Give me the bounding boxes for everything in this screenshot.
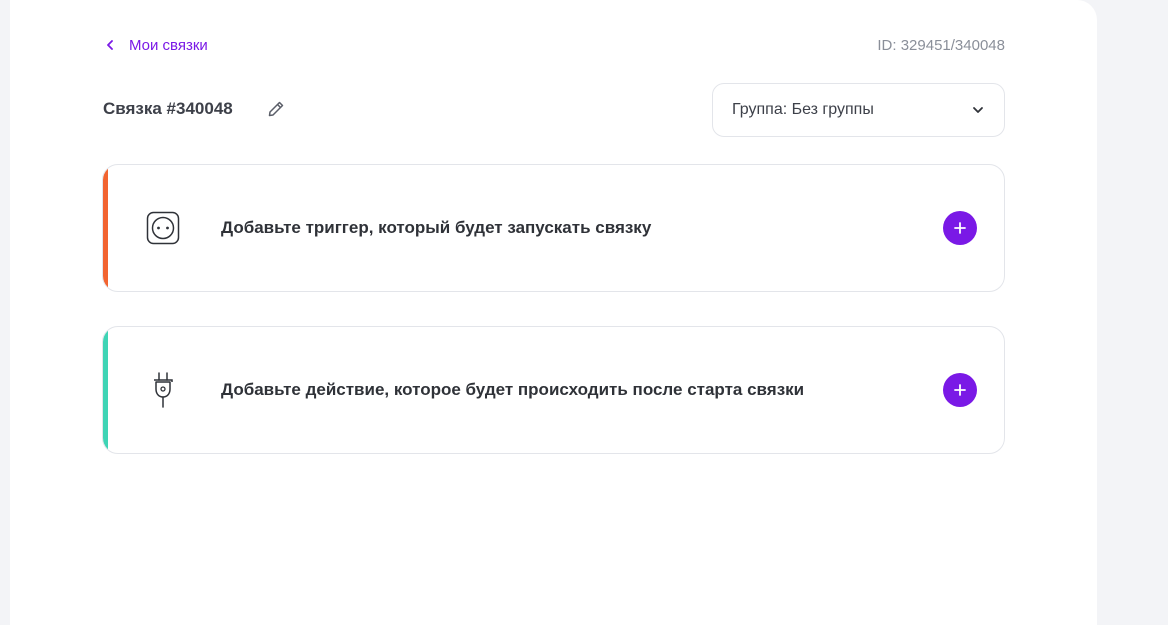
edit-title-button[interactable] [265,98,287,120]
trigger-accent-bar [103,165,108,291]
main-panel: Мои связки ID: 329451/340048 Связка #340… [10,0,1097,625]
back-link-label: Мои связки [129,36,208,54]
title-row: Связка #340048 [103,98,287,120]
group-select[interactable]: Группа: Без группы [712,83,1005,137]
page-title: Связка #340048 [103,99,233,118]
pencil-icon [268,101,283,117]
chevron-left-icon [103,36,117,54]
chevron-down-icon [972,101,984,119]
action-step-text: Добавьте действие, которое будет происхо… [221,380,805,399]
trigger-step-card: Добавьте триггер, который будет запускат… [102,164,1005,292]
action-step-card: Добавьте действие, которое будет происхо… [102,326,1005,454]
action-accent-bar [103,327,108,453]
group-select-value: Группа: Без группы [732,101,874,118]
bundle-id: ID: 329451/340048 [877,37,1005,54]
add-action-button[interactable] [943,373,977,407]
trigger-step-text: Добавьте триггер, который будет запускат… [221,218,652,237]
add-trigger-button[interactable] [943,211,977,245]
plus-icon [954,222,966,234]
socket-icon [145,210,181,246]
plug-icon [145,372,181,408]
plus-icon [954,384,966,396]
back-link[interactable]: Мои связки [103,36,208,54]
